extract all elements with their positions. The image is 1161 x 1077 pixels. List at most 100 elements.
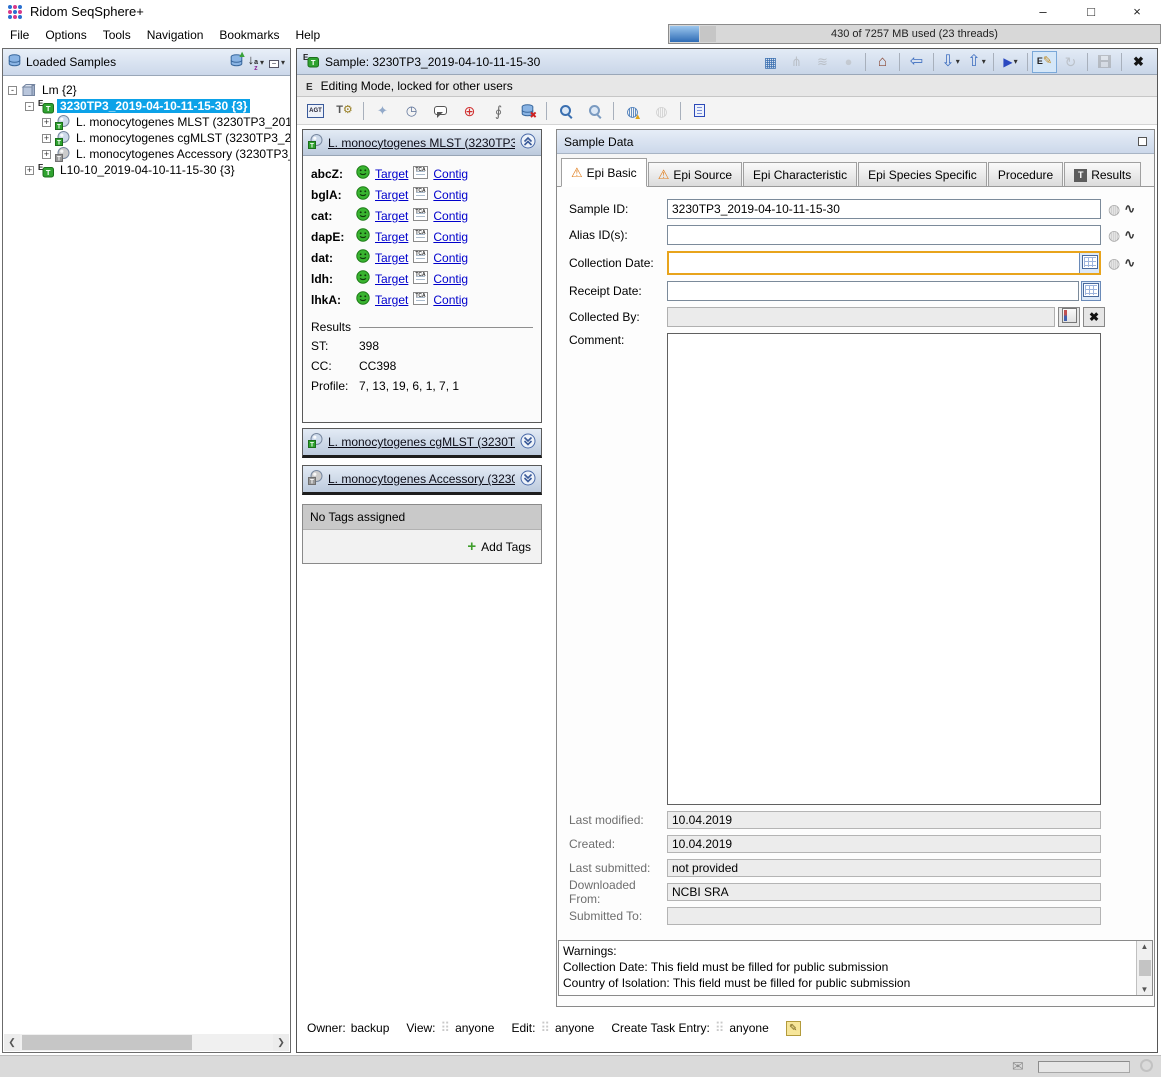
expand-expander[interactable]: +	[25, 166, 34, 175]
contig-link[interactable]: Contig	[433, 251, 468, 265]
tree-item[interactable]: +TL. monocytogenes Accessory (3230TP3_20	[3, 146, 290, 162]
target-scan-icon[interactable]: ⊕	[456, 99, 483, 123]
scroll-up-arrow[interactable]: ▲	[1141, 942, 1149, 951]
contig-link[interactable]: Contig	[433, 230, 468, 244]
down-arrow-icon[interactable]: ⇩▾	[938, 51, 963, 73]
home-icon[interactable]: ⌂	[870, 51, 895, 73]
expand-expander[interactable]: +	[42, 134, 51, 143]
close-icon[interactable]: ✖	[1126, 51, 1151, 73]
pending-tasks-icon[interactable]: ◷	[398, 99, 425, 123]
tree-item[interactable]: +TL. monocytogenes cgMLST (3230TP3_2019-	[3, 130, 290, 146]
maximize-button[interactable]: □	[1069, 0, 1113, 22]
collapsed-panel-title[interactable]: L. monocytogenes Accessory (3230...	[328, 472, 515, 486]
attachment-icon[interactable]: ∮	[485, 99, 512, 123]
contig-link[interactable]: Contig	[433, 209, 468, 223]
circle-icon[interactable]: ●	[836, 51, 861, 73]
expand-expander[interactable]: +	[42, 118, 51, 127]
target-link[interactable]: Target	[375, 209, 408, 223]
expand-chevron-icon[interactable]	[520, 433, 536, 452]
menu-bookmarks[interactable]: Bookmarks	[211, 25, 287, 45]
warnings-scrollbar[interactable]: ▲ ▼	[1136, 941, 1152, 995]
target-link[interactable]: Target	[375, 251, 408, 265]
globe-upload-icon[interactable]: ◍▲	[619, 99, 646, 123]
contig-link[interactable]: Contig	[433, 293, 468, 307]
save-icon[interactable]	[1092, 51, 1117, 73]
menu-options[interactable]: Options	[37, 25, 94, 45]
collapse-chevron-icon[interactable]	[520, 133, 536, 152]
menu-navigation[interactable]: Navigation	[139, 25, 212, 45]
alias-id-input[interactable]	[667, 225, 1101, 245]
scroll-down-arrow[interactable]: ▼	[1141, 985, 1149, 994]
db-search-icon[interactable]	[552, 99, 579, 123]
clear-button[interactable]: ✖	[1083, 307, 1105, 327]
tab-procedure[interactable]: Procedure	[988, 162, 1063, 186]
scroll-left-arrow[interactable]: ❮	[4, 1034, 20, 1051]
jump-icon[interactable]: ▶▾	[998, 51, 1023, 73]
menu-file[interactable]: File	[2, 25, 37, 45]
new-analysis-icon[interactable]: ✦	[369, 99, 396, 123]
close-button[interactable]: ×	[1115, 0, 1159, 22]
comment-icon[interactable]	[427, 99, 454, 123]
tree-item-label[interactable]: L. monocytogenes Accessory (3230TP3_20	[73, 147, 290, 161]
calendar-button[interactable]	[1081, 281, 1101, 301]
tree-item-label[interactable]: L10-10_2019-04-10-11-15-30 {3}	[57, 163, 238, 177]
target-link[interactable]: Target	[375, 167, 408, 181]
tree-item[interactable]: -Lm {2}	[3, 82, 290, 98]
collection-date-input[interactable]	[669, 254, 1079, 272]
mlst-panel-title[interactable]: L. monocytogenes MLST (3230TP3_2...	[328, 136, 515, 150]
expand-chevron-icon[interactable]	[520, 470, 536, 489]
db-delete-icon[interactable]: ✖	[514, 99, 541, 123]
tree-view-icon[interactable]: ⋔	[784, 51, 809, 73]
scroll-thumb[interactable]	[22, 1035, 192, 1050]
horizontal-scrollbar[interactable]: ❮ ❯	[4, 1034, 289, 1051]
collapse-all-button[interactable]: −▾	[269, 55, 285, 69]
collected-by-input[interactable]	[667, 307, 1055, 327]
tab-results[interactable]: TResults	[1064, 162, 1141, 186]
target-link[interactable]: Target	[375, 293, 408, 307]
up-arrow-icon[interactable]: ⇧▾	[964, 51, 989, 73]
scroll-right-arrow[interactable]: ❯	[273, 1034, 289, 1051]
comparison-icon[interactable]: ≋	[810, 51, 835, 73]
contig-link[interactable]: Contig	[433, 167, 468, 181]
edit-mode-icon[interactable]: E✎	[1032, 51, 1057, 73]
address-book-button[interactable]	[1058, 307, 1080, 327]
menu-help[interactable]: Help	[287, 25, 328, 45]
maximize-panel-icon[interactable]	[1138, 137, 1147, 146]
collapsed-panel-title[interactable]: L. monocytogenes cgMLST (3230TP3...	[328, 435, 515, 449]
tree-item[interactable]: +ETL10-10_2019-04-10-11-15-30 {3}	[3, 162, 290, 178]
tab-epi-source[interactable]: ⚠Epi Source	[648, 162, 742, 186]
tree-item-label[interactable]: L. monocytogenes cgMLST (3230TP3_2019-	[73, 131, 290, 145]
refresh-icon[interactable]: ↻	[1058, 51, 1083, 73]
back-icon[interactable]: ⇦	[904, 51, 929, 73]
submission-icon[interactable]	[686, 99, 713, 123]
agt-export-icon[interactable]: AGT	[302, 99, 329, 123]
calendar-button[interactable]	[1079, 253, 1099, 273]
receipt-date-input[interactable]	[667, 281, 1079, 301]
tree-item[interactable]: -ET3230TP3_2019-04-10-11-15-30 {3}	[3, 98, 290, 114]
target-link[interactable]: Target	[375, 188, 408, 202]
add-tags-button[interactable]: Add Tags	[481, 540, 531, 554]
target-link[interactable]: Target	[375, 272, 408, 286]
contig-link[interactable]: Contig	[433, 272, 468, 286]
tree-item[interactable]: +TL. monocytogenes MLST (3230TP3_2019-04	[3, 114, 290, 130]
tab-epi-characteristic[interactable]: Epi Characteristic	[743, 162, 857, 186]
sample-id-input[interactable]	[667, 199, 1101, 219]
dropdown-caret-icon[interactable]: ▾	[956, 57, 960, 66]
menu-tools[interactable]: Tools	[95, 25, 139, 45]
store-samples-button[interactable]: ▲	[230, 54, 243, 70]
dropdown-caret-icon[interactable]: ▾	[982, 57, 986, 66]
contig-link[interactable]: Contig	[433, 188, 468, 202]
collapse-expander[interactable]: -	[25, 102, 34, 111]
tree-item-label[interactable]: Lm {2}	[39, 83, 80, 97]
tab-epi-species-specific[interactable]: Epi Species Specific	[858, 162, 987, 186]
tree-item-label[interactable]: 3230TP3_2019-04-10-11-15-30 {3}	[57, 99, 250, 113]
db-search-light-icon[interactable]	[581, 99, 608, 123]
expand-expander[interactable]: +	[42, 150, 51, 159]
globe-disabled-icon[interactable]: ◍	[648, 99, 675, 123]
tree-item-label[interactable]: L. monocytogenes MLST (3230TP3_2019-04	[73, 115, 290, 129]
sort-button[interactable]: ↓az▾	[248, 53, 264, 72]
target-link[interactable]: Target	[375, 230, 408, 244]
edit-permissions-button[interactable]: ✎	[786, 1020, 801, 1036]
comment-textarea[interactable]	[667, 333, 1101, 805]
tab-epi-basic[interactable]: ⚠Epi Basic	[561, 158, 647, 187]
